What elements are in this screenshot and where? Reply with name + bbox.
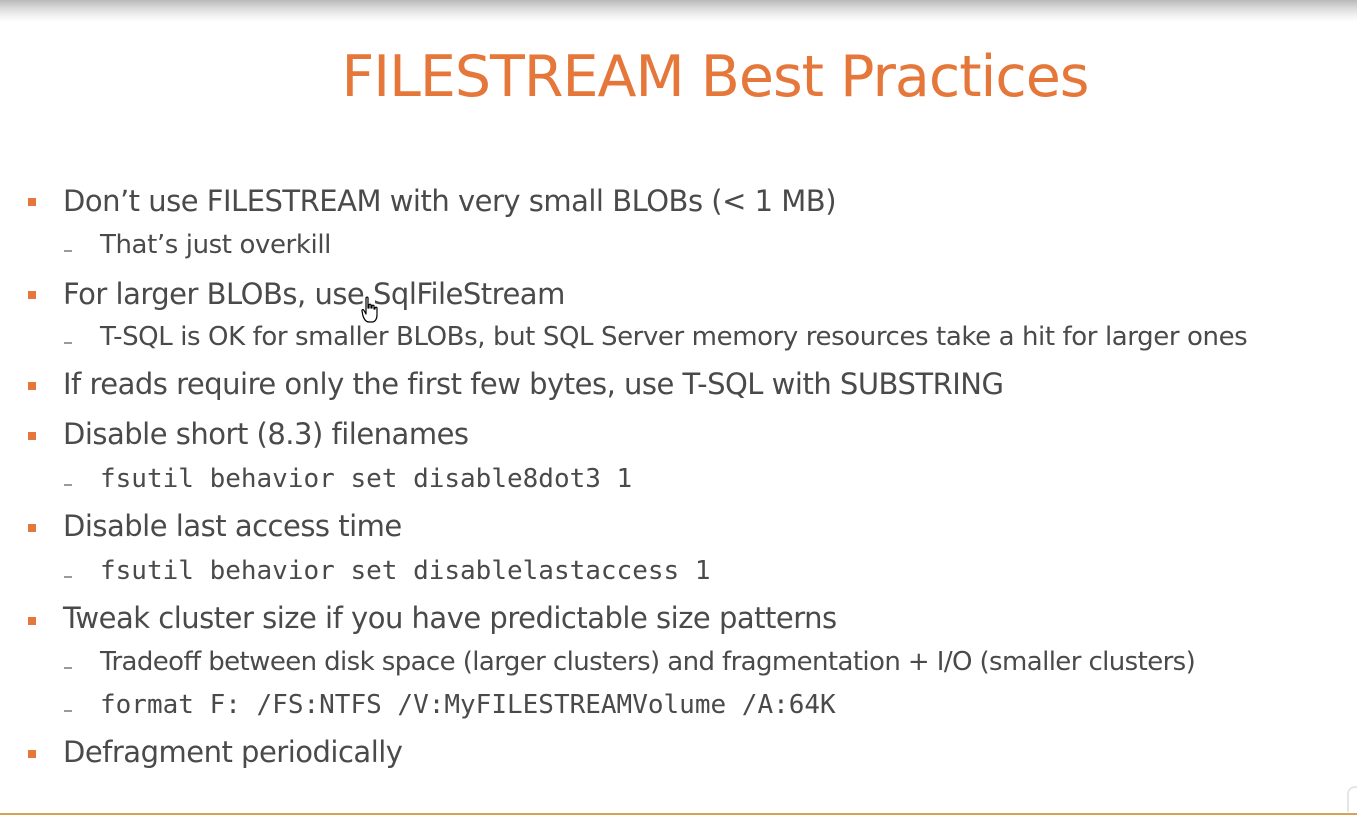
bullet-item: For larger BLOBs, use SqlFileStream	[63, 277, 565, 311]
bullet-marker	[28, 382, 36, 390]
dash-marker	[64, 667, 72, 669]
sub-bullet-command: fsutil behavior set disable8dot3 1	[100, 464, 633, 494]
dash-marker	[64, 342, 72, 344]
bullet-item: Tweak cluster size if you have predictab…	[63, 601, 837, 635]
hand-pointer-icon	[361, 296, 378, 323]
bullet-marker	[28, 617, 36, 625]
bullet-marker	[28, 291, 36, 299]
dash-marker	[64, 250, 72, 252]
sub-bullet-item: Tradeoff between disk space (larger clus…	[100, 647, 1196, 677]
dash-marker	[64, 484, 72, 486]
dash-marker	[64, 576, 72, 578]
bullet-marker	[28, 750, 36, 758]
bottom-border-line	[0, 813, 1357, 815]
corner-edge	[1347, 786, 1357, 812]
sub-bullet-command: fsutil behavior set disablelastaccess 1	[100, 556, 711, 586]
bullet-marker	[28, 524, 36, 532]
dash-marker	[64, 710, 72, 712]
slide-title: FILESTREAM Best Practices	[341, 44, 1090, 110]
bullet-marker	[28, 198, 36, 206]
bullet-item: Disable last access time	[63, 509, 402, 543]
bullet-item: Defragment periodically	[63, 735, 403, 769]
bullet-marker	[28, 432, 36, 440]
window-top-shade	[0, 0, 1357, 22]
bullet-item: Disable short (8.3) filenames	[63, 417, 469, 451]
sub-bullet-item: That’s just overkill	[100, 230, 331, 260]
bullet-item: If reads require only the first few byte…	[63, 367, 1004, 401]
sub-bullet-item: T-SQL is OK for smaller BLOBs, but SQL S…	[100, 322, 1248, 352]
sub-bullet-command: format F: /FS:NTFS /V:MyFILESTREAMVolume…	[100, 690, 836, 720]
bullet-item: Don’t use FILESTREAM with very small BLO…	[63, 184, 837, 218]
